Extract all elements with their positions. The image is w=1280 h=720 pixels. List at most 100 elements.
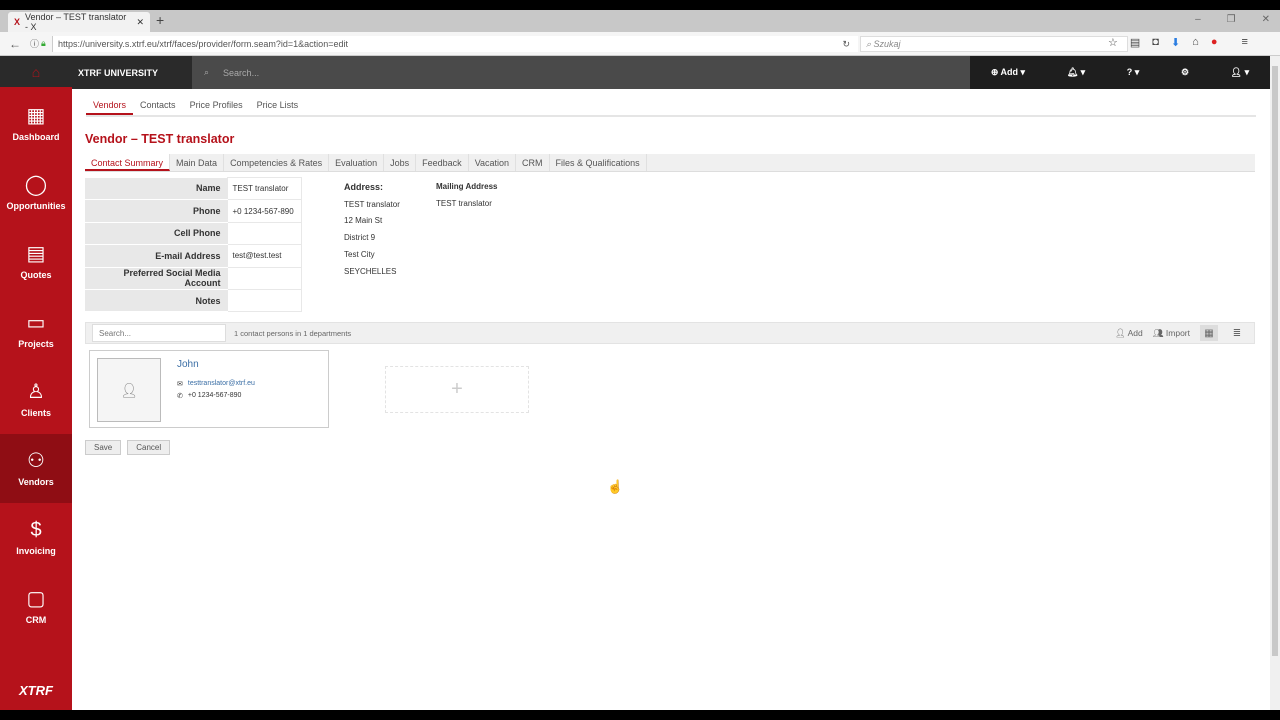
- star-icon[interactable]: ☆: [1108, 36, 1118, 49]
- gear-icon[interactable]: ⚙: [1181, 67, 1189, 78]
- new-tab-button[interactable]: +: [156, 12, 164, 28]
- subnav-price-profiles[interactable]: Price Profiles: [183, 97, 250, 115]
- home-icon[interactable]: ⌂: [1192, 36, 1199, 49]
- sidebar-item-opportunities[interactable]: ◯ Opportunities: [0, 158, 72, 227]
- tab-files-qualifications[interactable]: Files & Qualifications: [550, 154, 647, 171]
- help-icon[interactable]: ? ▾: [1127, 67, 1140, 78]
- invoicing-icon: $: [30, 518, 42, 541]
- lock-icon: 🔒︎: [41, 38, 46, 48]
- info-label: E-mail Address: [85, 244, 227, 268]
- sidebar-item-clients[interactable]: ♙ Clients: [0, 365, 72, 434]
- info-label: Notes: [85, 289, 227, 313]
- global-search[interactable]: ⌕ Search...: [192, 67, 259, 78]
- cancel-button[interactable]: Cancel: [127, 440, 171, 455]
- vendor-tabs: Contact Summary Main Data Competencies & R…: [85, 154, 1255, 172]
- app-topbar: ⌂ XTRF UNIVERSITY ⌕ Search... ⊕ Add ▾ 🔔︎ …: [0, 56, 1270, 89]
- home-icon[interactable]: ⌂: [0, 56, 72, 89]
- download-icon[interactable]: ⬇: [1171, 36, 1180, 49]
- tab-main-data[interactable]: Main Data: [170, 154, 225, 171]
- xtrf-logo: XTRF: [19, 683, 53, 698]
- contacts-toolbar: 1 contact persons in 1 departments 👤︎ Ad…: [85, 322, 1255, 344]
- sub-navigation: Vendors Contacts Price Profiles Price Lists: [86, 97, 1256, 117]
- address-line: SEYCHELLES: [344, 266, 397, 276]
- tab-competencies-rates[interactable]: Competencies & Rates: [224, 154, 330, 171]
- contact-card[interactable]: 👤︎ John ✉ testtranslator@xtrf.eu ✆ +0 1234…: [89, 350, 329, 428]
- sidebar-item-vendors[interactable]: ⚇ Vendors: [0, 434, 72, 503]
- info-label: Name: [85, 177, 227, 201]
- address-line: District 9: [344, 233, 376, 243]
- contact-email[interactable]: testtranslator@xtrf.eu: [188, 380, 255, 388]
- url-bar[interactable]: https://university.s.xtrf.eu/xtrf/faces/…: [52, 36, 858, 52]
- crm-icon: ▢: [26, 587, 46, 610]
- xtrf-favicon-icon: X: [14, 17, 21, 27]
- info-value: test@test.test: [226, 244, 302, 268]
- projects-icon: ▭: [26, 311, 46, 334]
- sidebar-item-crm[interactable]: ▢ CRM: [0, 572, 72, 641]
- sidebar-item-dashboard[interactable]: ▦ Dashboard: [0, 89, 72, 158]
- minimize-icon[interactable]: –: [1195, 14, 1201, 25]
- info-row: Name TEST translator: [85, 176, 302, 201]
- info-label: Phone: [85, 199, 227, 223]
- adblock-icon[interactable]: ●: [1211, 36, 1218, 49]
- browser-search[interactable]: ⌕ Szukaj: [860, 36, 1128, 52]
- brand-name: XTRF UNIVERSITY: [72, 56, 192, 89]
- contact-name[interactable]: John: [177, 359, 199, 370]
- import-button[interactable]: 👥︎ Import: [1153, 328, 1190, 339]
- quotes-icon: ▤: [26, 242, 46, 265]
- tab-vacation[interactable]: Vacation: [469, 154, 517, 171]
- back-icon[interactable]: ←: [9, 37, 21, 51]
- subnav-contacts[interactable]: Contacts: [133, 97, 183, 115]
- tab-feedback[interactable]: Feedback: [416, 154, 469, 171]
- vendors-icon: ⚇: [27, 449, 45, 472]
- subnav-price-lists[interactable]: Price Lists: [250, 97, 306, 115]
- list-view-icon[interactable]: ≣: [1228, 325, 1246, 341]
- restore-icon[interactable]: ❐: [1227, 14, 1236, 25]
- add-contact-button[interactable]: 👤︎ Add: [1115, 328, 1143, 339]
- reload-icon[interactable]: ↻: [842, 39, 850, 50]
- close-window-icon[interactable]: ✕: [1262, 14, 1270, 25]
- sidebar-item-projects[interactable]: ▭ Projects: [0, 296, 72, 365]
- opportunities-icon: ◯: [24, 173, 48, 196]
- add-menu-button[interactable]: ⊕ Add ▾: [991, 67, 1025, 78]
- bell-icon[interactable]: 🔔︎ ▾: [1067, 67, 1085, 78]
- user-icon[interactable]: 👤︎ ▾: [1231, 67, 1249, 78]
- subnav-vendors[interactable]: Vendors: [86, 97, 134, 115]
- clipboard-icon[interactable]: ▤: [1130, 36, 1140, 49]
- info-value: TEST translator: [226, 176, 302, 201]
- contact-phone: +0 1234-567-890: [187, 392, 242, 399]
- mouse-cursor-icon: ☝: [607, 479, 624, 494]
- mailing-address-block: Mailing Address TEST translator: [436, 179, 498, 212]
- main-content: Vendors Contacts Price Profiles Price Lists…: [72, 89, 1270, 710]
- info-value: [226, 221, 302, 246]
- browser-tab-bar: X Vendor – TEST translator - X ✕ + – ❐ ✕: [0, 10, 1280, 32]
- info-value: [226, 288, 302, 313]
- tab-contact-summary[interactable]: Contact Summary: [85, 154, 171, 171]
- address-line: 12 Main St: [344, 216, 383, 226]
- browser-tab[interactable]: X Vendor – TEST translator - X ✕: [8, 12, 150, 32]
- info-label: Preferred Social Media Account: [85, 267, 227, 290]
- contact-info-table: Name TEST translator Phone +0 1234-567-890 C…: [85, 176, 302, 313]
- menu-icon[interactable]: ≡: [1241, 36, 1247, 49]
- tab-evaluation[interactable]: Evaluation: [329, 154, 385, 171]
- tab-crm[interactable]: CRM: [516, 154, 550, 171]
- add-contact-card[interactable]: +: [385, 366, 529, 413]
- sidebar: ▦ Dashboard ◯ Opportunities ▤ Quotes ▭ Projects…: [0, 89, 72, 710]
- dashboard-icon: ▦: [26, 104, 46, 127]
- info-row: Phone +0 1234-567-890: [85, 199, 302, 223]
- info-row: E-mail Address test@test.test: [85, 244, 302, 268]
- pocket-icon[interactable]: ◘: [1152, 36, 1159, 49]
- contact-search-input[interactable]: [92, 324, 226, 342]
- tab-jobs[interactable]: Jobs: [384, 154, 417, 171]
- contact-count: 1 contact persons in 1 departments: [234, 328, 352, 338]
- sidebar-item-invoicing[interactable]: $ Invoicing: [0, 503, 72, 572]
- grid-view-icon[interactable]: ▦: [1200, 325, 1218, 341]
- info-label: Cell Phone: [85, 222, 227, 246]
- save-button[interactable]: Save: [85, 440, 122, 455]
- sidebar-item-quotes[interactable]: ▤ Quotes: [0, 227, 72, 296]
- scrollbar[interactable]: [1270, 56, 1280, 710]
- clients-icon: ♙: [27, 380, 45, 403]
- close-tab-icon[interactable]: ✕: [136, 17, 144, 28]
- info-value: [226, 266, 302, 290]
- info-icon[interactable]: ⓘ: [30, 37, 39, 50]
- info-value: +0 1234-567-890: [226, 199, 302, 223]
